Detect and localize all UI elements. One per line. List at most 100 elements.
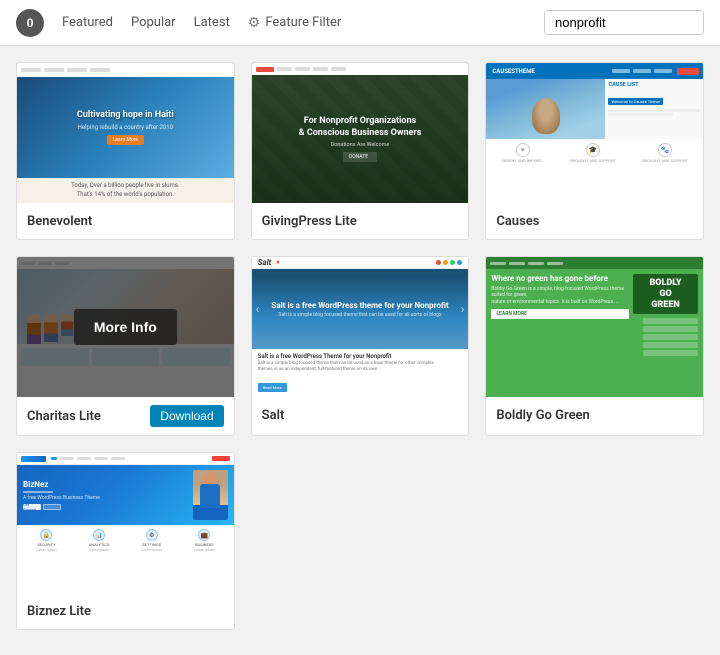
feature-filter[interactable]: ⚙ Feature Filter (248, 15, 341, 31)
cause-icon: 🎓 BROUGHT AND SUPPORT (570, 143, 616, 199)
theme-card-causes[interactable]: CAUSESTHEME CAUSE LIST Welcome to Causes (485, 62, 704, 240)
nav-item (277, 67, 292, 71)
hero-btn: Get Started (23, 504, 41, 510)
preview-person (193, 470, 228, 520)
read-more-btn: Read More (258, 383, 287, 392)
theme-name: Salt (262, 408, 285, 423)
service-item: 📊 ANALYTICS Lorem ipsum (74, 529, 125, 552)
nav-dot (21, 68, 41, 72)
theme-name: Benevolent (27, 214, 92, 229)
preview-sidebar: CAUSE LIST Welcome to Causes Theme (605, 79, 703, 139)
service-icon: 🔒 (40, 529, 52, 541)
theme-name-bar: Charitas Lite Download (17, 397, 234, 435)
download-button[interactable]: Download (150, 405, 223, 427)
nav-item (528, 262, 544, 265)
preview-cta: Learn More (107, 135, 144, 145)
color-dot (436, 260, 441, 265)
preview-sub: Boldly Go Green is a simple, blog-focuse… (491, 286, 629, 306)
sidebar-item (643, 350, 698, 356)
preview-services: 🔒 SECURITY Lorem ipsum 📊 ANALYTICS Lorem… (17, 525, 234, 593)
nav-popular[interactable]: Popular (131, 15, 176, 30)
more-info-overlay: More Info (17, 257, 234, 397)
preview-hero: Cultivating hope in Haiti Helping rebuil… (17, 77, 234, 178)
preview-hero-title: Cultivating hope in Haiti (77, 110, 174, 122)
sidebar-item (643, 318, 698, 324)
preview-navbar (486, 257, 703, 269)
theme-name-bar: Boldly Go Green (486, 397, 703, 433)
nav-item (509, 262, 525, 265)
service-label: SECURITY (37, 542, 55, 547)
theme-card-givingpress[interactable]: For Nonprofit Organizations& Conscious B… (251, 62, 470, 240)
preview-hero-text: BizNez A free WordPress Business Theme G… (23, 480, 188, 511)
feature-filter-label: Feature Filter (265, 15, 341, 30)
preview-hero: For Nonprofit Organizations& Conscious B… (252, 75, 469, 203)
theme-name: Causes (496, 214, 539, 229)
preview-hero-sub: Donations Are Welcome (331, 142, 390, 148)
icon-label: BROUGHT AND SUPPORT (642, 158, 688, 163)
donate-btn (677, 68, 699, 75)
preview-navbar (17, 63, 234, 77)
preview-sidebar (643, 318, 698, 356)
theme-name-bar: Salt (252, 397, 469, 433)
hero-divider (23, 491, 53, 493)
nav-item (331, 67, 346, 71)
nav-dot (90, 68, 110, 72)
service-label: ANALYTICS (89, 542, 110, 547)
arrow-right-icon: › (461, 302, 465, 316)
color-dot (443, 260, 448, 265)
preview-hero-sub: A free WordPress Business Theme (23, 495, 188, 501)
theme-card-boldly[interactable]: Where no green has gone before Boldly Go… (485, 256, 704, 436)
sidebar-title: CAUSE LIST (608, 82, 700, 88)
nav-item (94, 457, 108, 460)
service-item: ⚙ SETTINGS Lorem ipsum (126, 529, 177, 552)
nav-item (111, 457, 125, 460)
search-input[interactable] (544, 10, 704, 35)
preview-content: Where no green has gone before Boldly Go… (486, 269, 703, 397)
more-info-button[interactable]: More Info (74, 309, 177, 345)
body-text: Salt is a simple blog focused theme that… (258, 361, 463, 374)
preview-hero: ‹ Salt is a free WordPress theme for you… (252, 269, 469, 349)
nav-item (77, 457, 91, 460)
heart-icon: ♥ (516, 143, 530, 157)
nav-featured[interactable]: Featured (62, 15, 113, 30)
color-dot (457, 260, 462, 265)
nav-item (490, 262, 506, 265)
theme-card-benevolent[interactable]: Cultivating hope in Haiti Helping rebuil… (16, 62, 235, 240)
sidebar-item (643, 342, 698, 348)
preview-hero-sub: Salt is a simple blog focused theme that… (271, 312, 448, 318)
service-item: 🔒 SECURITY Lorem ipsum (21, 529, 72, 552)
theme-preview-boldly: Where no green has gone before Boldly Go… (486, 257, 703, 397)
preview-navbar: CAUSESTHEME (486, 63, 703, 79)
service-icon: ⚙ (146, 529, 158, 541)
service-item: 💼 BUSINESS Lorem ipsum (179, 529, 230, 552)
preview-hero-sub: Helping rebuild a country after 2010 (78, 124, 173, 131)
theme-card-salt[interactable]: Salt ★ ‹ Salt is a free WordPress theme … (251, 256, 470, 436)
sidebar-item (643, 326, 698, 332)
theme-card-charitas[interactable]: More Info Charitas Lite Download (16, 256, 235, 436)
preview-title: Where no green has gone before (491, 274, 629, 284)
graduation-icon: 🎓 (586, 143, 600, 157)
theme-name-bar: Biznez Lite (17, 593, 234, 629)
preview-hero-title: For Nonprofit Organizations& Conscious B… (299, 116, 422, 139)
preview-main: Where no green has gone before Boldly Go… (491, 274, 629, 392)
salt-logo: Salt (258, 258, 272, 267)
preview-navbar (252, 63, 469, 75)
causes-logo: CAUSESTHEME (492, 68, 609, 75)
preview-body: Salt is a free WordPress Theme for your … (252, 349, 469, 397)
preview-learn-btn: LEARN MORE (491, 309, 629, 319)
arrow-left-icon: ‹ (256, 302, 260, 316)
preview-banner: BOLDLYGOGREEN (633, 274, 698, 314)
nav-dot (67, 68, 87, 72)
preview-hero-title: Salt is a free WordPress theme for your … (271, 301, 448, 310)
gp-logo (256, 67, 274, 72)
nav-accent (51, 457, 57, 460)
theme-preview-givingpress: For Nonprofit Organizations& Conscious B… (252, 63, 469, 203)
theme-preview-salt: Salt ★ ‹ Salt is a free WordPress theme … (252, 257, 469, 397)
banner-text: BOLDLYGOGREEN (649, 278, 681, 310)
nav-latest[interactable]: Latest (194, 15, 230, 30)
hero-btn-2 (43, 504, 61, 510)
preview-navbar: Salt ★ (252, 257, 469, 269)
theme-card-biznez[interactable]: BizNez A free WordPress Business Theme G… (16, 452, 235, 630)
service-text: Lorem ipsum (194, 548, 214, 552)
salt-star-icon: ★ (275, 259, 280, 266)
